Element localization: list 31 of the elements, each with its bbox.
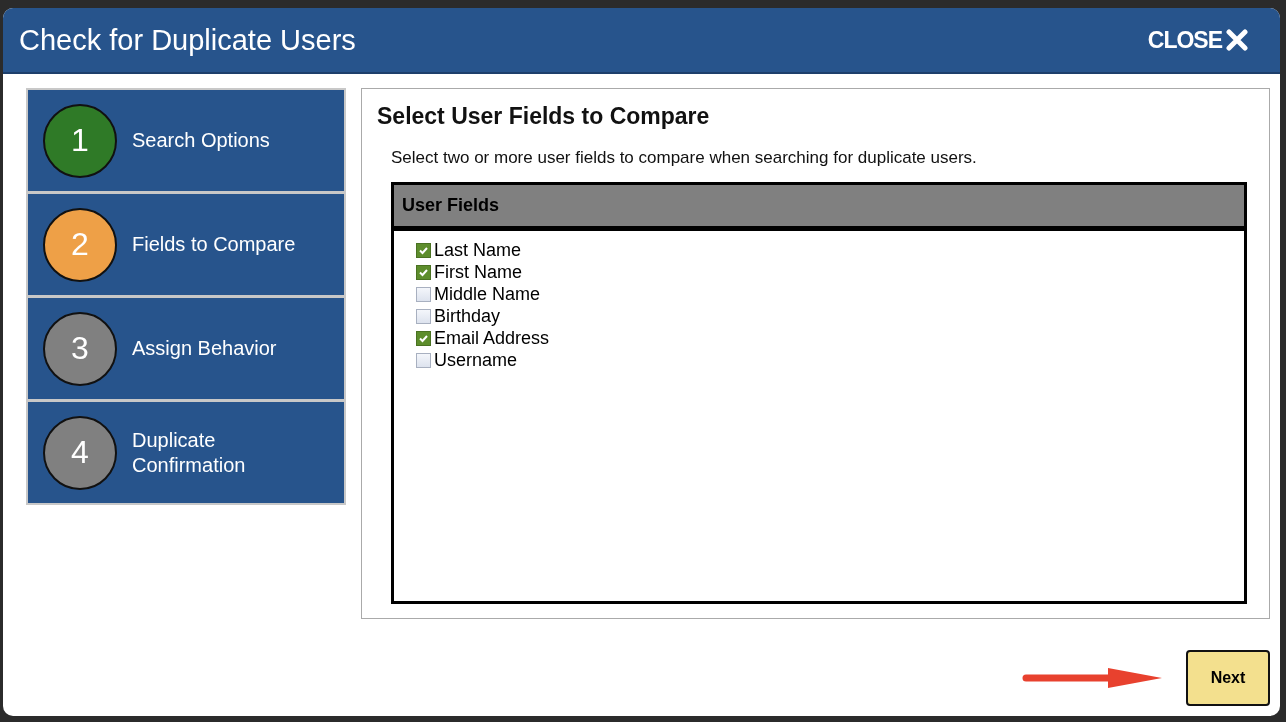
checkbox[interactable] bbox=[416, 308, 431, 324]
field-label: Username bbox=[434, 349, 518, 371]
field-label: First Name bbox=[434, 261, 522, 283]
checkbox[interactable] bbox=[416, 330, 431, 346]
checkbox[interactable] bbox=[416, 352, 431, 368]
step-number-circle: 1 bbox=[43, 103, 117, 178]
close-button[interactable]: CLOSE bbox=[1147, 26, 1248, 54]
step-number-circle: 3 bbox=[43, 311, 117, 386]
wizard-step[interactable]: 3 Assign Behavior bbox=[28, 298, 344, 399]
step-label: Duplicate Confirmation bbox=[132, 427, 247, 478]
instruction-text: Select two or more user fields to compare when searching for duplicate users. bbox=[391, 148, 978, 168]
field-label: Last Name bbox=[434, 239, 522, 261]
step-label: Search Options bbox=[132, 128, 271, 153]
field-label: Email Address bbox=[434, 327, 550, 349]
step-number-circle: 4 bbox=[43, 415, 117, 490]
field-label: Middle Name bbox=[434, 283, 541, 305]
window-title: Check for Duplicate Users bbox=[19, 23, 356, 57]
checkbox[interactable] bbox=[416, 242, 431, 258]
close-icon bbox=[1226, 29, 1248, 51]
step-label: Fields to Compare bbox=[132, 232, 297, 257]
field-label: Birthday bbox=[434, 305, 501, 327]
checkbox[interactable] bbox=[416, 286, 431, 302]
wizard-step[interactable]: 2 Fields to Compare bbox=[28, 194, 344, 295]
table-header: User Fields bbox=[394, 185, 1244, 231]
next-button[interactable]: Next bbox=[1186, 649, 1270, 706]
step-number-circle: 2 bbox=[43, 207, 117, 282]
panel-heading: Select User Fields to Compare bbox=[377, 103, 711, 130]
wizard-step[interactable]: 4 Duplicate Confirmation bbox=[28, 402, 344, 503]
step-label: Assign Behavior bbox=[132, 336, 278, 361]
checkbox[interactable] bbox=[416, 264, 431, 280]
wizard-step[interactable]: 1 Search Options bbox=[28, 90, 344, 191]
